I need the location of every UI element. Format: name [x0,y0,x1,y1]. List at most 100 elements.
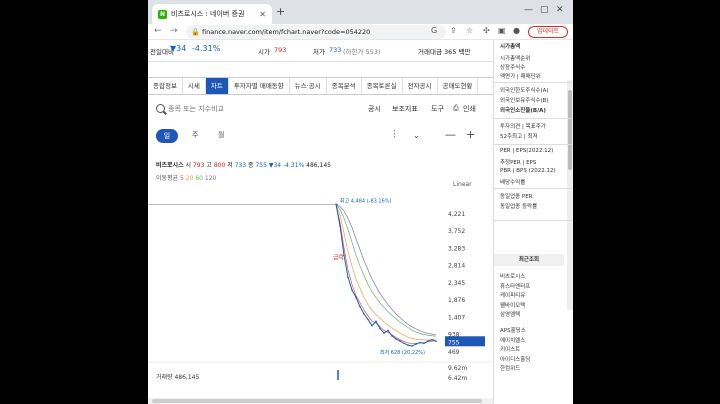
side-info-item: 52주최고 | 최저 [500,134,538,140]
moving-average-legend: 이동평균 5 20 60 120 [156,173,216,182]
address-toolbar: ← → 🔒 finance.naver.com/item/fchart.nave… [148,24,573,40]
side-divider [494,118,573,119]
bookmark-star-icon[interactable]: ☆ [466,26,473,35]
zoom-out-icon[interactable]: — [445,128,456,141]
nav-tab[interactable]: 차트 [205,78,229,94]
nav-tab[interactable]: 종합정보 [148,78,183,94]
url-text: finance.naver.com/item/fchart.naver?code… [202,28,371,36]
volume-tick-label: 9.62m [448,365,467,372]
extensions-icon[interactable]: ✣ [483,26,490,35]
event-annotation: 급락 [333,254,345,262]
open-price: 793 [192,162,205,169]
price-point [407,344,409,346]
price-point [395,338,397,340]
limit-label: (하한가 553) [343,48,381,56]
period-tab-month[interactable]: 월 [218,130,224,140]
close-tab-icon[interactable]: ✕ [259,10,266,19]
recent-stock-link[interactable]: 아이디스홀딩 [500,355,530,363]
low-value: 733 [329,46,342,54]
nav-tab[interactable]: 종목토론실 [362,78,403,94]
period-tab-week[interactable]: 주 [192,130,198,140]
period-tab-day[interactable]: 일 [156,129,178,143]
y-tick-label: 2,345 [448,280,465,287]
close-price: 755 [255,162,267,169]
side-info-item: 동일업종 PER [500,194,533,200]
recent-stock-link[interactable]: APS홀딩스 [500,326,526,334]
recent-stock-link[interactable]: 케이피티유 [500,291,525,299]
ma60-label[interactable]: 60 [195,175,203,182]
recent-stock-link[interactable]: 키이스트 [500,345,520,353]
back-icon[interactable]: ← [154,26,162,36]
horizontal-scrollbar[interactable] [148,398,493,404]
print-button[interactable]: 인쇄 [463,104,476,114]
price-point [387,329,389,332]
nav-tab[interactable]: 투자자별 매매동향 [229,78,290,94]
open-value: 793 [274,46,287,54]
nav-tab[interactable]: 전자공시 [403,78,438,94]
recent-stock-link[interactable]: 에이치엘스 [500,336,525,344]
low-label: 저가 [313,48,325,56]
side-divider [494,188,573,189]
zoom-in-icon[interactable]: + [466,128,475,141]
side-info-item: 투자의견 | 목표주가 [500,124,546,130]
print-icon[interactable]: ⎙ [453,104,459,113]
tools-button[interactable]: 도구 [431,104,444,114]
y-tick-label: 3,283 [448,245,465,252]
side-info-item: 시가총액순위 [500,56,531,62]
candle-type-icon[interactable]: ⫶ [393,128,396,142]
low-price: 733 [234,162,247,169]
price-change: ▼34 [268,162,282,169]
side-info-item: 배당수익률 [500,180,526,186]
nav-tab[interactable]: 뉴스·공시 [290,78,327,94]
recent-stock-link[interactable]: 웰바이오텍 [500,301,525,309]
side-info-item: 외국인한도주식수(A) [500,88,549,94]
price-point [403,342,405,345]
price-point [391,335,393,337]
share-icon[interactable]: ⇪ [450,26,457,35]
maximize-icon[interactable]: ▢ [540,5,549,15]
compare-search-input[interactable] [168,102,328,116]
sidepanel-icon[interactable]: ▣ [498,26,506,35]
y-tick-label: 469 [448,349,460,356]
price-point [335,203,337,206]
address-bar[interactable]: 🔒 finance.naver.com/item/fchart.naver?co… [186,25,446,39]
google-icon[interactable]: G [431,26,437,35]
price-point [367,318,369,321]
nav-tab[interactable]: 시세 [183,78,206,94]
forward-icon[interactable]: → [170,26,178,36]
price-point [427,340,429,342]
chevron-down-icon[interactable]: ⌄ [413,131,420,140]
price-point [423,342,425,345]
ma20-label[interactable]: 20 [186,175,194,182]
close-window-icon[interactable]: ✕ [556,5,564,15]
profile-icon[interactable]: ● [513,26,520,35]
ma5-label[interactable]: 5 [180,175,184,182]
amount-value: 365 백만 [444,48,471,56]
side-scroll-thumb[interactable] [568,90,572,170]
scrollbar-thumb[interactable] [152,399,482,403]
recent-stock-link[interactable]: 비츠로시스 [500,272,525,280]
side-divider [494,82,573,83]
y-tick-label: 2,814 [448,263,465,270]
update-button[interactable]: 업데이트 [528,26,568,38]
recent-stock-link[interactable]: 한컴위드 [500,364,520,372]
recent-stock-link[interactable]: 휴스타엔터프 [500,282,530,290]
high-label: 고 [206,162,212,169]
ma120-label[interactable]: 120 [205,175,216,182]
side-info-item: 외국인보유주식수(B) [500,98,549,104]
recent-title: 최근조회 [494,254,564,266]
indicator-button[interactable]: 보조지표 [392,104,418,114]
nav-tab[interactable]: 종목분석 [327,78,362,94]
browser-window: N 비츠로시스 : 네이버 증권 ✕ + — ▢ ✕ ← → 🔒 finance… [148,0,573,404]
volume-tick-label: 6.42m [448,375,467,380]
disclosure-button[interactable]: 공시 [368,104,381,114]
browser-tab[interactable]: N 비츠로시스 : 네이버 증권 ✕ [152,4,272,24]
new-tab-button[interactable]: + [276,5,285,18]
nav-tab[interactable]: 공매도현황 [438,78,479,94]
side-scrollbar[interactable] [567,80,573,310]
naver-favicon-icon: N [158,9,167,19]
scale-selector[interactable]: Linear [453,181,472,188]
recent-stock-link[interactable]: 삼영엠텍 [500,310,520,318]
price-chart[interactable]: 4,2213,7523,2832,8142,3451,8761,40793846… [148,190,493,380]
minimize-icon[interactable]: — [524,5,533,15]
